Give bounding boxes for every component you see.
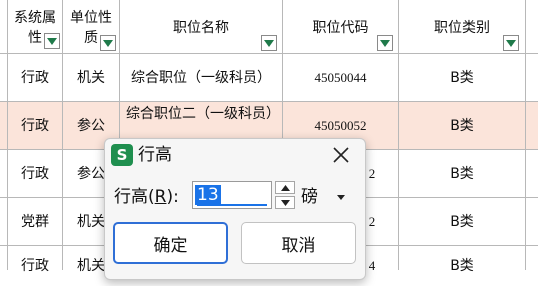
dialog-title: 行高 <box>138 145 172 165</box>
spin-down-button[interactable] <box>275 196 295 209</box>
cell-position-name[interactable]: 综合职位（一级科员） <box>120 54 282 101</box>
filter-dropdown-unit[interactable] <box>100 35 116 51</box>
row-height-dialog: S 行高 行高(R): 13 磅 确定 取消 <box>104 138 366 280</box>
row-height-stepper[interactable] <box>275 181 295 209</box>
cell-position-category[interactable]: B类 <box>399 102 525 149</box>
cell-position-code[interactable]: 2 <box>364 198 380 245</box>
cell-position-code[interactable]: 45050044 <box>283 54 398 101</box>
filter-dropdown-code[interactable] <box>377 35 393 51</box>
unit-selector[interactable]: 磅 <box>301 186 318 208</box>
cell-unit[interactable]: 机关 <box>63 54 119 101</box>
dropdown-arrow-icon <box>506 39 516 47</box>
header-position-name: 职位名称 <box>173 20 229 36</box>
cell-position-code[interactable]: 2 <box>364 150 380 197</box>
spin-up-button[interactable] <box>275 181 295 194</box>
filter-dropdown-category[interactable] <box>503 35 519 51</box>
row-height-value: 13 <box>195 185 221 205</box>
caret-up-icon <box>280 184 290 191</box>
cancel-button[interactable]: 取消 <box>241 222 356 264</box>
unit-dropdown-icon[interactable] <box>337 195 345 200</box>
filter-dropdown-system[interactable] <box>44 33 60 49</box>
caret-down-icon <box>280 199 290 206</box>
wps-app-logo-icon: S <box>111 144 133 166</box>
cell-system[interactable]: 行政 <box>8 150 62 197</box>
close-icon[interactable] <box>331 145 351 165</box>
dropdown-arrow-icon <box>264 39 274 47</box>
cell-position-code[interactable]: 4 <box>364 246 380 286</box>
row-height-input[interactable]: 13 <box>192 181 272 209</box>
cell-system[interactable]: 行政 <box>8 102 62 149</box>
dropdown-arrow-icon <box>47 37 57 45</box>
cell-system[interactable]: 行政 <box>8 54 62 101</box>
row-height-label: 行高(R): <box>114 187 179 207</box>
cell-position-category[interactable]: B类 <box>399 198 525 245</box>
cell-position-category[interactable]: B类 <box>399 246 525 286</box>
ok-button[interactable]: 确定 <box>113 222 228 264</box>
cell-system[interactable]: 行政 <box>8 246 62 286</box>
cell-position-category[interactable]: B类 <box>399 54 525 101</box>
input-focus-underline <box>197 204 267 206</box>
cell-system[interactable]: 党群 <box>8 198 62 245</box>
dropdown-arrow-icon <box>380 39 390 47</box>
cell-position-category[interactable]: B类 <box>399 150 525 197</box>
filter-dropdown-name[interactable] <box>261 35 277 51</box>
dropdown-arrow-icon <box>103 39 113 47</box>
